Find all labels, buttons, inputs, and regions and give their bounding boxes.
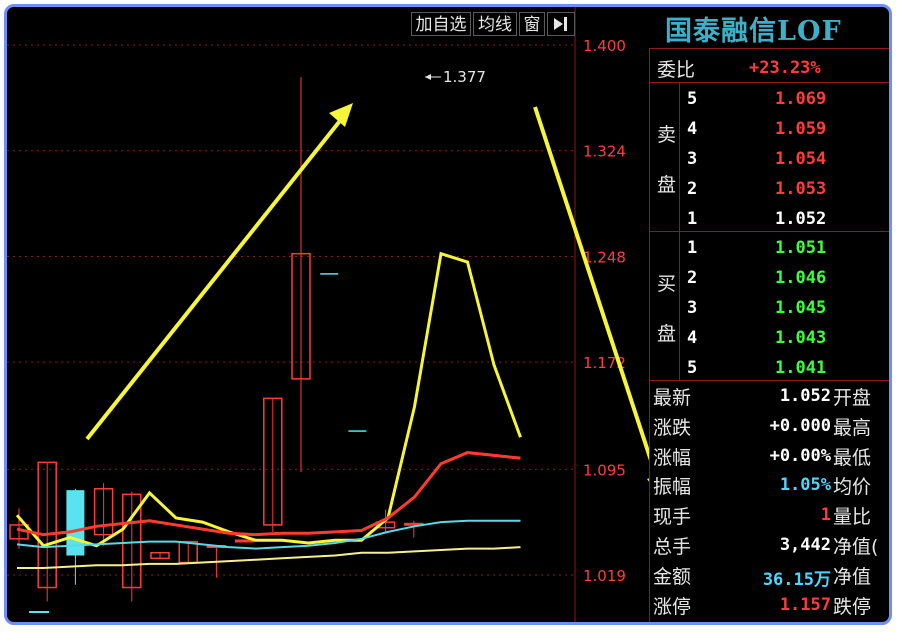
kline-chart[interactable]: 1.400 1.324 1.248 1.172 1.095 1.019 1.377 [7,7,649,622]
stat-label-5: 总手 [653,536,692,558]
sell-side-label-1: 卖 [657,124,677,146]
moving-average-button[interactable]: 均线 [473,12,517,36]
add-watchlist-button[interactable]: 加自选 [411,12,471,36]
arrow-right-bar-icon [554,17,567,31]
stock-quote-window: 1.400 1.324 1.248 1.172 1.095 1.019 1.377 加自选 … [4,4,892,625]
high-marker-label: 1.377 [443,68,486,86]
ma-line-4 [17,546,521,570]
buy-side-label-2: 盘 [657,323,677,345]
stat-label2-0: 开盘 [833,387,872,409]
stat-label-0: 最新 [653,387,692,409]
quote-panel: 国泰融信LOF 委比 +23.23% 卖 盘 5 1.069 4 1.059 3 1.05… [649,7,889,622]
buy-price-4[interactable]: 1.043 [775,328,826,348]
stat-label2-2: 最低 [833,446,872,469]
stat-label-4: 现手 [653,506,692,529]
arrow-down-shaft [533,106,649,461]
buy-price-3[interactable]: 1.045 [775,298,826,318]
price-tick-label: 1.324 [583,143,626,161]
stat-label-3: 振幅 [653,476,692,499]
buy-level-2: 2 [687,268,698,288]
stat-value-2: +0.00% [769,445,831,466]
sell-price-1[interactable]: 1.052 [775,209,826,229]
high-marker-arrow [425,73,431,80]
stat-label2-7: 跌停 [833,595,872,618]
webi-label: 委比 [657,59,696,81]
stat-value-7: 1.157 [779,594,831,615]
sell-level-1: 1 [687,209,698,229]
buy-price-5[interactable]: 1.041 [775,358,826,378]
stat-value-6: 36.15万 [762,569,831,590]
stat-label-6: 金额 [653,565,692,588]
stat-value-4: 1 [820,505,831,526]
price-tick-label: 1.019 [583,567,626,585]
stat-label2-1: 最高 [833,416,872,439]
stat-label2-6: 净值 [833,565,872,588]
buy-price-2[interactable]: 1.046 [775,268,826,288]
sell-level-3: 3 [687,149,698,169]
stat-label-7: 涨停 [653,595,692,618]
stat-label2-3: 均价 [833,476,872,499]
sell-level-5: 5 [687,89,698,109]
sell-price-3[interactable]: 1.054 [775,149,826,169]
price-tick-label: 1.400 [583,37,626,55]
arrow-up-head [329,103,353,127]
buy-price-1[interactable]: 1.051 [775,238,826,258]
candle-body [348,430,367,432]
candle-body [234,539,255,543]
buy-level-4: 4 [687,328,698,348]
sell-level-4: 4 [687,119,698,139]
candle-body [320,273,339,275]
buy-level-1: 1 [687,238,698,258]
sell-price-5[interactable]: 1.069 [775,89,826,109]
stat-value-1: +0.000 [769,415,831,436]
sell-side-label-2: 盘 [657,174,677,196]
buy-level-5: 5 [687,358,698,378]
ma-line-1 [15,251,522,548]
stat-label-2: 涨幅 [653,446,692,469]
collapse-panel-button[interactable] [547,12,575,36]
window-button[interactable]: 窗 [519,12,545,36]
sell-price-4[interactable]: 1.059 [775,119,826,139]
buy-level-3: 3 [687,298,698,318]
stat-label2-5: 净值( [833,536,879,558]
kline-chart-svg: 1.4001.3241.2481.1721.0951.0191.377 [7,7,649,622]
sell-price-2[interactable]: 1.053 [775,179,826,199]
sell-level-2: 2 [687,179,698,199]
arrow-up-shaft [85,115,345,441]
price-tick-label: 1.095 [583,461,626,479]
stat-label2-4: 量比 [833,506,872,529]
stat-value-5: 3,442 [779,535,831,555]
price-tick-label: 1.248 [583,248,626,266]
stat-value-3: 1.05% [779,475,831,496]
stat-label-1: 涨跌 [653,416,692,439]
stock-name-title: 国泰融信LOF [665,16,842,47]
buy-side-label-1: 买 [657,273,677,295]
stat-value-0: 1.052 [779,386,831,406]
webi-value: +23.23% [749,58,821,78]
